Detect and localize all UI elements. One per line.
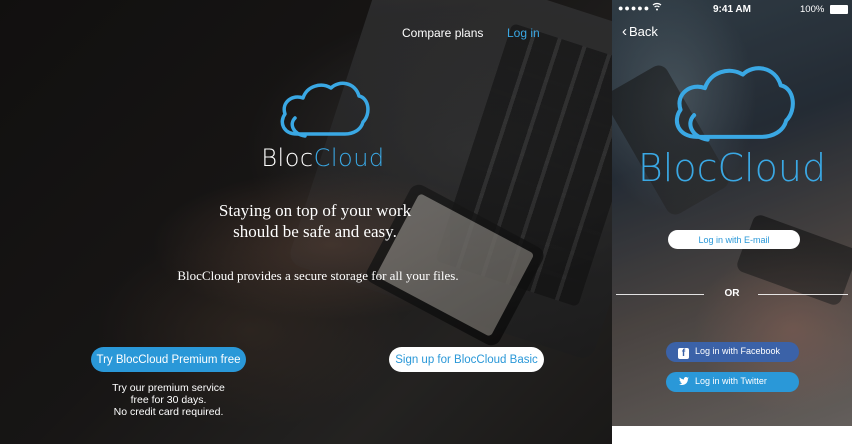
login-email-button[interactable]: Log in with E-mail	[668, 230, 800, 249]
login-facebook-button[interactable]: f Log in with Facebook	[666, 342, 799, 362]
back-button[interactable]: ‹ Back	[622, 23, 658, 40]
cloud-icon	[280, 81, 370, 138]
try-premium-button[interactable]: Try BlocCloud Premium free	[91, 347, 246, 372]
mobile-brand-name: BlocCloud	[637, 146, 827, 190]
premium-note-line: free for 30 days.	[130, 394, 207, 406]
brand-name: BlocCloud	[261, 144, 385, 172]
subline: BlocCloud provides a secure storage for …	[177, 268, 459, 283]
twitter-label: Log in with Twitter	[695, 376, 767, 386]
premium-note-line: Try our premium service	[112, 382, 225, 394]
facebook-label: Log in with Facebook	[695, 345, 781, 356]
chevron-left-icon: ‹	[622, 23, 627, 40]
facebook-icon: f	[678, 347, 689, 359]
twitter-icon	[678, 377, 689, 388]
mobile-brand-logo: BlocCloud	[612, 58, 852, 190]
premium-note-line: No credit card required.	[113, 406, 224, 418]
headline: Staying on top of your work should be sa…	[150, 200, 480, 242]
premium-note: Try our premium service free for 30 days…	[91, 382, 246, 418]
status-bar: ●●●●● 9:41 AM 100%	[612, 0, 852, 18]
login-link[interactable]: Log in	[507, 26, 540, 40]
mobile-login-screen: ●●●●● 9:41 AM 100% ‹ Back BlocCloud Log i…	[612, 0, 852, 426]
signup-basic-button[interactable]: Sign up for BlocCloud Basic	[389, 347, 544, 372]
or-divider: OR	[612, 286, 852, 300]
cloud-icon	[674, 66, 795, 142]
back-label: Back	[629, 24, 658, 39]
desktop-landing: Compare plans Log in BlocCloud Staying o…	[0, 0, 612, 444]
login-twitter-button[interactable]: Log in with Twitter	[666, 372, 799, 392]
battery-percent: 100%	[800, 4, 825, 15]
headline-line: Staying on top of your work	[218, 201, 412, 220]
compare-plans-link[interactable]: Compare plans	[402, 26, 483, 40]
headline-line: should be safe and easy.	[233, 222, 397, 241]
brand-logo: BlocCloud	[258, 76, 388, 172]
battery-icon	[830, 5, 848, 14]
